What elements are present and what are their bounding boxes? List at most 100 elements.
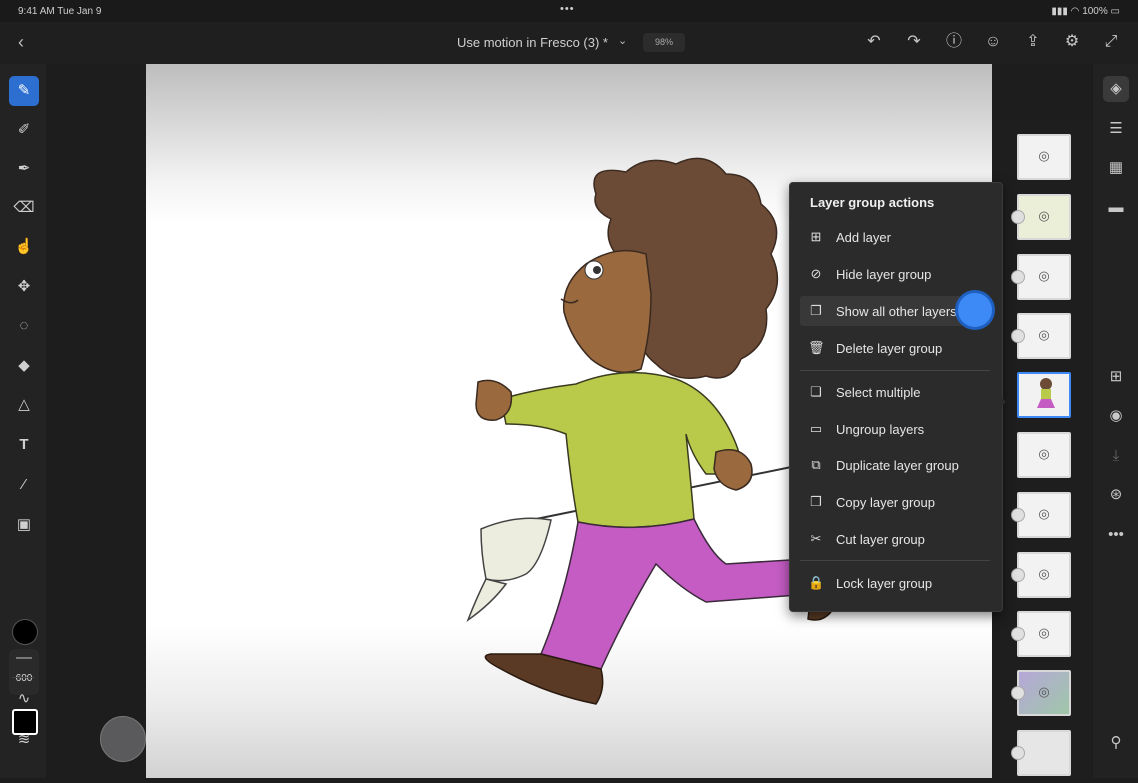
menu-item-label: Select multiple [836,385,921,400]
top-bar: ‹ Use motion in Fresco (3) * ⌄ 98% ↶ ↷ ⓘ… [0,22,1138,64]
show-layers-icon: ❐ [810,303,822,318]
menu-divider [800,560,990,561]
menu-item-label: Add layer [836,230,891,245]
image-icon[interactable]: ▣ [9,510,39,540]
menu-item-add-layer[interactable]: ⊞ Add layer [800,222,990,252]
layer-thumbnail[interactable]: ◎ [1011,313,1071,359]
text-icon[interactable]: T [9,430,39,460]
hidden-eye-icon: ◎ [1038,268,1050,283]
select-multiple-icon: ❏ [810,384,822,399]
color-swatch[interactable] [12,619,38,645]
menu-item-label: Duplicate layer group [836,458,959,473]
menu-item-lock-layer-group[interactable]: 🔒 Lock layer group [800,568,990,598]
layer-thumbnail[interactable] [1011,730,1071,776]
touch-shortcut-button[interactable] [100,716,146,762]
layer-thumbnail[interactable]: ◎ [1017,134,1071,180]
add-layer-icon: ⊞ [810,229,822,244]
brush-size-indicator [16,657,32,659]
hidden-eye-icon: ◎ [1038,566,1050,581]
lock-icon: 🔒 [808,575,825,590]
touch-indicator [955,290,995,330]
document-title[interactable]: Use motion in Fresco (3) * [457,35,608,50]
layers-icon[interactable]: ◈ [1103,76,1129,102]
menu-item-hide-layer-group[interactable]: ⊘ Hide layer group [800,259,990,289]
layer-thumbnail[interactable]: ◎ [1011,492,1071,538]
layer-thumbnail[interactable]: ◎ [1017,432,1071,478]
transform-icon[interactable]: ✥ [9,272,39,302]
multitask-handle[interactable]: ••• [560,3,575,15]
menu-item-label: Lock layer group [836,576,933,591]
share-icon[interactable]: ⇪ [1023,32,1043,52]
menu-item-label: Hide layer group [836,267,932,282]
add-user-icon[interactable]: ☺ [983,32,1003,52]
duplicate-icon: ⧉ [811,457,821,472]
help-icon[interactable]: ⓘ [944,32,964,52]
status-time-date: 9:41 AM Tue Jan 9 [18,6,102,17]
layers-panel: ◎ ◎ ◎ ◎ ◎ ◎ ◎ ◎ ◎ [1000,120,1092,778]
menu-item-label: Delete layer group [836,341,943,356]
menu-item-label: Show all other layers [836,304,957,319]
comment-icon[interactable]: ▬ [1103,195,1129,221]
menu-item-label: Copy layer group [836,495,935,510]
motion-icon[interactable]: ⚲ [1103,730,1129,756]
eyedropper-icon[interactable]: ⁄ [9,470,39,500]
chevron-down-icon[interactable]: ⌄ [618,34,627,47]
folder-icon: ▭ [809,421,823,436]
add-layer-icon[interactable]: ⊞ [1103,364,1129,390]
fullscreen-icon[interactable]: ⤢ [1101,32,1121,52]
zoom-level[interactable]: 98% [643,33,685,52]
smoothing-icon[interactable]: ∿ [9,684,39,714]
shapes-icon[interactable]: △ [9,390,39,420]
trash-icon: 🗑 [808,340,825,355]
merge-down-icon[interactable]: ⤓ [1103,443,1129,469]
grid-icon[interactable]: ▦ [1103,155,1129,181]
menu-item-duplicate-layer-group[interactable]: ⧉ Duplicate layer group [800,450,990,480]
layer-properties-icon[interactable]: ☰ [1103,116,1129,142]
copy-icon: ❒ [810,494,822,509]
live-brush-icon[interactable]: ✐ [9,115,39,145]
menu-item-copy-layer-group[interactable]: ❒ Copy layer group [800,487,990,517]
menu-item-label: Cut layer group [836,532,925,547]
hidden-eye-icon: ◎ [1038,446,1050,461]
layer-thumbnail[interactable]: ◎ [1011,254,1071,300]
layer-group-thumbnail-selected[interactable] [1017,372,1071,418]
menu-item-delete-layer-group[interactable]: 🗑 Delete layer group [800,333,990,363]
hidden-eye-icon: ◎ [1038,327,1050,342]
redo-icon[interactable]: ↷ [904,32,924,52]
layer-thumbnail[interactable]: ◎ [1011,670,1071,716]
undo-icon[interactable]: ↶ [864,32,884,52]
menu-item-cut-layer-group[interactable]: ✂ Cut layer group [800,524,990,554]
menu-title: Layer group actions [810,195,935,210]
eraser-icon[interactable]: ⌫ [9,193,39,223]
hidden-eye-icon: ◎ [1038,148,1050,163]
visibility-eye-icon[interactable]: ◉ [1103,403,1129,429]
hidden-eye-icon: ◎ [1038,506,1050,521]
hidden-eye-icon: ◎ [1038,208,1050,223]
menu-item-ungroup-layers[interactable]: ▭ Ungroup layers [800,414,990,444]
more-icon[interactable]: ••• [1103,522,1129,548]
menu-item-select-multiple[interactable]: ❏ Select multiple [800,377,990,407]
lasso-icon[interactable]: ◌ [9,311,39,341]
status-right: ▮▮▮ ◠ 100% ▭ [1051,6,1120,17]
layer-thumbnail[interactable]: ◎ [1011,194,1071,240]
back-icon[interactable]: ‹ [18,32,24,53]
menu-pointer [999,395,1006,409]
fill-icon[interactable]: ◆ [9,351,39,381]
vector-brush-icon[interactable]: ✒ [9,154,39,184]
brush-settings-icon[interactable]: ≋ [9,725,39,755]
battery-icon: ▭ [1107,6,1120,17]
hidden-eye-icon: ◎ [1038,625,1050,640]
smudge-icon[interactable]: ☝ [9,232,39,262]
layer-thumbnail[interactable]: ◎ [1011,552,1071,598]
layer-link-icon[interactable] [1011,746,1025,760]
settings-gear-icon[interactable]: ⚙ [1062,32,1082,52]
paint-brush-icon[interactable]: ✎ [9,76,39,106]
signal-icon: ▮▮▮ ◠ [1051,6,1083,17]
brush-size-value: 600 [15,673,33,684]
left-toolbar: ✎ ✐ ✒ ⌫ ☝ ✥ ◌ ◆ △ T ⁄ ▣ 600 ∿ ≋ [0,64,46,778]
layer-thumbnail[interactable]: ◎ [1011,611,1071,657]
blend-mode-icon[interactable]: ⊛ [1103,482,1129,508]
scissors-icon: ✂ [810,531,822,546]
battery-percent: 100% [1082,6,1108,17]
menu-divider [800,370,990,371]
